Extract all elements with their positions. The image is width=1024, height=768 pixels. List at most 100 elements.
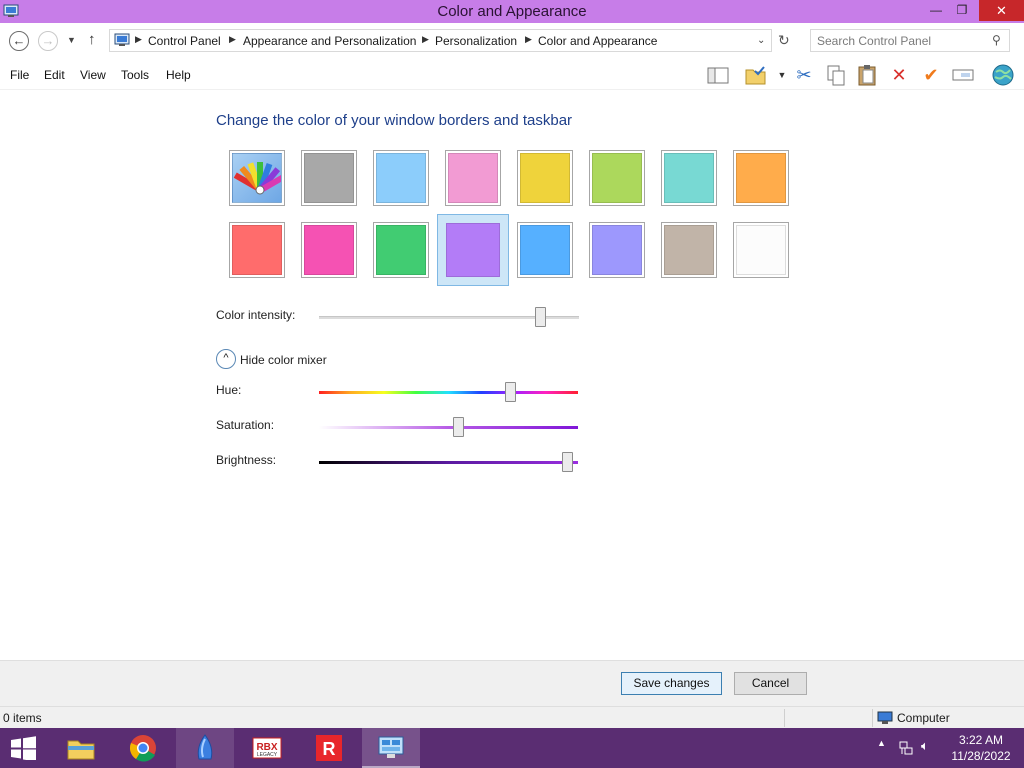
- menu-edit[interactable]: Edit: [44, 68, 65, 82]
- swatch-gray[interactable]: [301, 150, 357, 206]
- breadcrumb-color-appearance[interactable]: Color and Appearance: [538, 34, 657, 48]
- delete-icon[interactable]: ✕: [887, 63, 911, 87]
- swatch-pink[interactable]: [445, 150, 501, 206]
- swatch-yellow-fill: [520, 153, 570, 203]
- clock-date: 11/28/2022: [951, 749, 1011, 763]
- cancel-button[interactable]: Cancel: [734, 672, 807, 695]
- taskbar-roblox[interactable]: R: [300, 728, 358, 768]
- taskbar-blue-crystal-app[interactable]: [176, 728, 234, 768]
- menu-tools[interactable]: Tools: [121, 68, 149, 82]
- taskbar-chrome[interactable]: [114, 728, 172, 768]
- swatch-lavender[interactable]: [589, 222, 645, 278]
- svg-text:LEGACY: LEGACY: [257, 752, 278, 758]
- taskbar: RBX LEGACY R ▲ 🔈︎ 3:22 AM 11/28/2022: [0, 728, 1024, 768]
- clock[interactable]: 3:22 AM 11/28/2022: [948, 732, 1014, 764]
- menu-bar: File Edit View Tools Help ▼ ✂ ✕ ✔: [0, 59, 1024, 90]
- svg-text:R: R: [323, 739, 336, 759]
- forward-arrow-icon[interactable]: →: [38, 31, 58, 51]
- hue-slider-thumb[interactable]: [505, 382, 516, 402]
- swatch-light-blue[interactable]: [373, 150, 429, 206]
- save-changes-button[interactable]: Save changes: [621, 672, 722, 695]
- swatch-white-fill: [736, 225, 786, 275]
- search-box[interactable]: ⚲: [810, 29, 1010, 52]
- breadcrumb-separator-icon: ▶: [422, 34, 429, 44]
- swatch-magenta[interactable]: [301, 222, 357, 278]
- taskbar-file-explorer[interactable]: [52, 728, 110, 768]
- swatch-gray-fill: [304, 153, 354, 203]
- rename-icon[interactable]: [951, 63, 975, 87]
- swatch-purple-fill: [446, 223, 500, 277]
- search-icon[interactable]: ⚲: [992, 33, 1001, 47]
- swatch-lime[interactable]: [589, 150, 645, 206]
- page-heading: Change the color of your window borders …: [216, 112, 573, 129]
- paste-icon[interactable]: [856, 63, 880, 87]
- swatch-orange[interactable]: [733, 150, 789, 206]
- address-dropdown-icon[interactable]: ⌄: [757, 35, 765, 46]
- menu-file[interactable]: File: [10, 68, 29, 82]
- swatch-white[interactable]: [733, 222, 789, 278]
- rbx-legacy-icon: RBX LEGACY: [252, 737, 282, 759]
- swatch-taupe[interactable]: [661, 222, 717, 278]
- taskbar-control-panel[interactable]: [362, 728, 420, 768]
- computer-icon: [877, 711, 893, 724]
- hue-track[interactable]: [319, 391, 578, 394]
- breadcrumb-appearance-personalization[interactable]: Appearance and Personalization: [243, 34, 416, 48]
- hue-label: Hue:: [216, 383, 242, 397]
- swatch-green-fill: [376, 225, 426, 275]
- breadcrumb-separator-icon: ▶: [135, 34, 142, 44]
- cut-icon[interactable]: ✂: [792, 63, 816, 87]
- swatch-orange-fill: [736, 153, 786, 203]
- swatch-custom[interactable]: [229, 150, 285, 206]
- swatch-lavender-fill: [592, 225, 642, 275]
- network-icon[interactable]: [898, 740, 914, 756]
- blue-crystal-icon: [197, 734, 213, 760]
- folder-icon: [67, 740, 95, 760]
- saturation-slider-thumb[interactable]: [453, 417, 464, 437]
- up-arrow-icon[interactable]: ↑: [88, 31, 96, 48]
- recent-locations-icon[interactable]: ▼: [67, 35, 76, 45]
- folder-dropdown-icon[interactable]: ▼: [770, 63, 794, 87]
- color-intensity-slider-thumb[interactable]: [535, 307, 546, 327]
- volume-icon[interactable]: 🔈︎: [921, 738, 929, 754]
- swatch-yellow[interactable]: [517, 150, 573, 206]
- control-panel-icon: [378, 736, 404, 758]
- search-input[interactable]: [817, 33, 987, 49]
- address-bar[interactable]: ▶ Control Panel ▶ Appearance and Persona…: [109, 29, 772, 52]
- back-arrow-icon[interactable]: ←: [9, 31, 29, 51]
- swatch-purple-selected[interactable]: [437, 214, 509, 286]
- menu-view[interactable]: View: [80, 68, 106, 82]
- folder-check-icon[interactable]: [744, 63, 768, 87]
- windows-start-icon[interactable]: [8, 736, 38, 760]
- chevron-up-icon[interactable]: ^: [216, 349, 236, 369]
- hide-color-mixer-link[interactable]: Hide color mixer: [240, 353, 327, 367]
- swatch-green[interactable]: [373, 222, 429, 278]
- swatch-red-fill: [232, 225, 282, 275]
- brightness-track[interactable]: [319, 461, 578, 464]
- swatch-teal[interactable]: [661, 150, 717, 206]
- swatch-taupe-fill: [664, 225, 714, 275]
- swatch-red[interactable]: [229, 222, 285, 278]
- show-hidden-icons-icon[interactable]: ▲: [877, 738, 886, 748]
- swatch-magenta-fill: [304, 225, 354, 275]
- breadcrumb-separator-icon: ▶: [229, 34, 236, 44]
- minimize-button[interactable]: —: [924, 0, 948, 21]
- checkmark-icon[interactable]: ✔: [919, 63, 943, 87]
- saturation-track[interactable]: [319, 426, 578, 429]
- swatch-blue[interactable]: [517, 222, 573, 278]
- close-button[interactable]: ✕: [979, 0, 1024, 21]
- color-palette-icon: [233, 162, 281, 195]
- maximize-button[interactable]: ❐: [950, 0, 974, 21]
- globe-icon[interactable]: [991, 63, 1015, 87]
- breadcrumb-personalization[interactable]: Personalization: [435, 34, 517, 48]
- brightness-slider-thumb[interactable]: [562, 452, 573, 472]
- breadcrumb-separator-icon: ▶: [525, 34, 532, 44]
- refresh-icon[interactable]: ↻: [778, 32, 790, 49]
- copy-icon[interactable]: [824, 63, 848, 87]
- menu-help[interactable]: Help: [166, 68, 191, 82]
- breadcrumb-control-panel[interactable]: Control Panel: [148, 34, 221, 48]
- status-divider: [784, 709, 785, 727]
- taskbar-rbx-legacy[interactable]: RBX LEGACY: [238, 728, 296, 768]
- items-count: 0 items: [3, 711, 42, 725]
- layout-icon[interactable]: [706, 63, 730, 87]
- swatch-light-blue-fill: [376, 153, 426, 203]
